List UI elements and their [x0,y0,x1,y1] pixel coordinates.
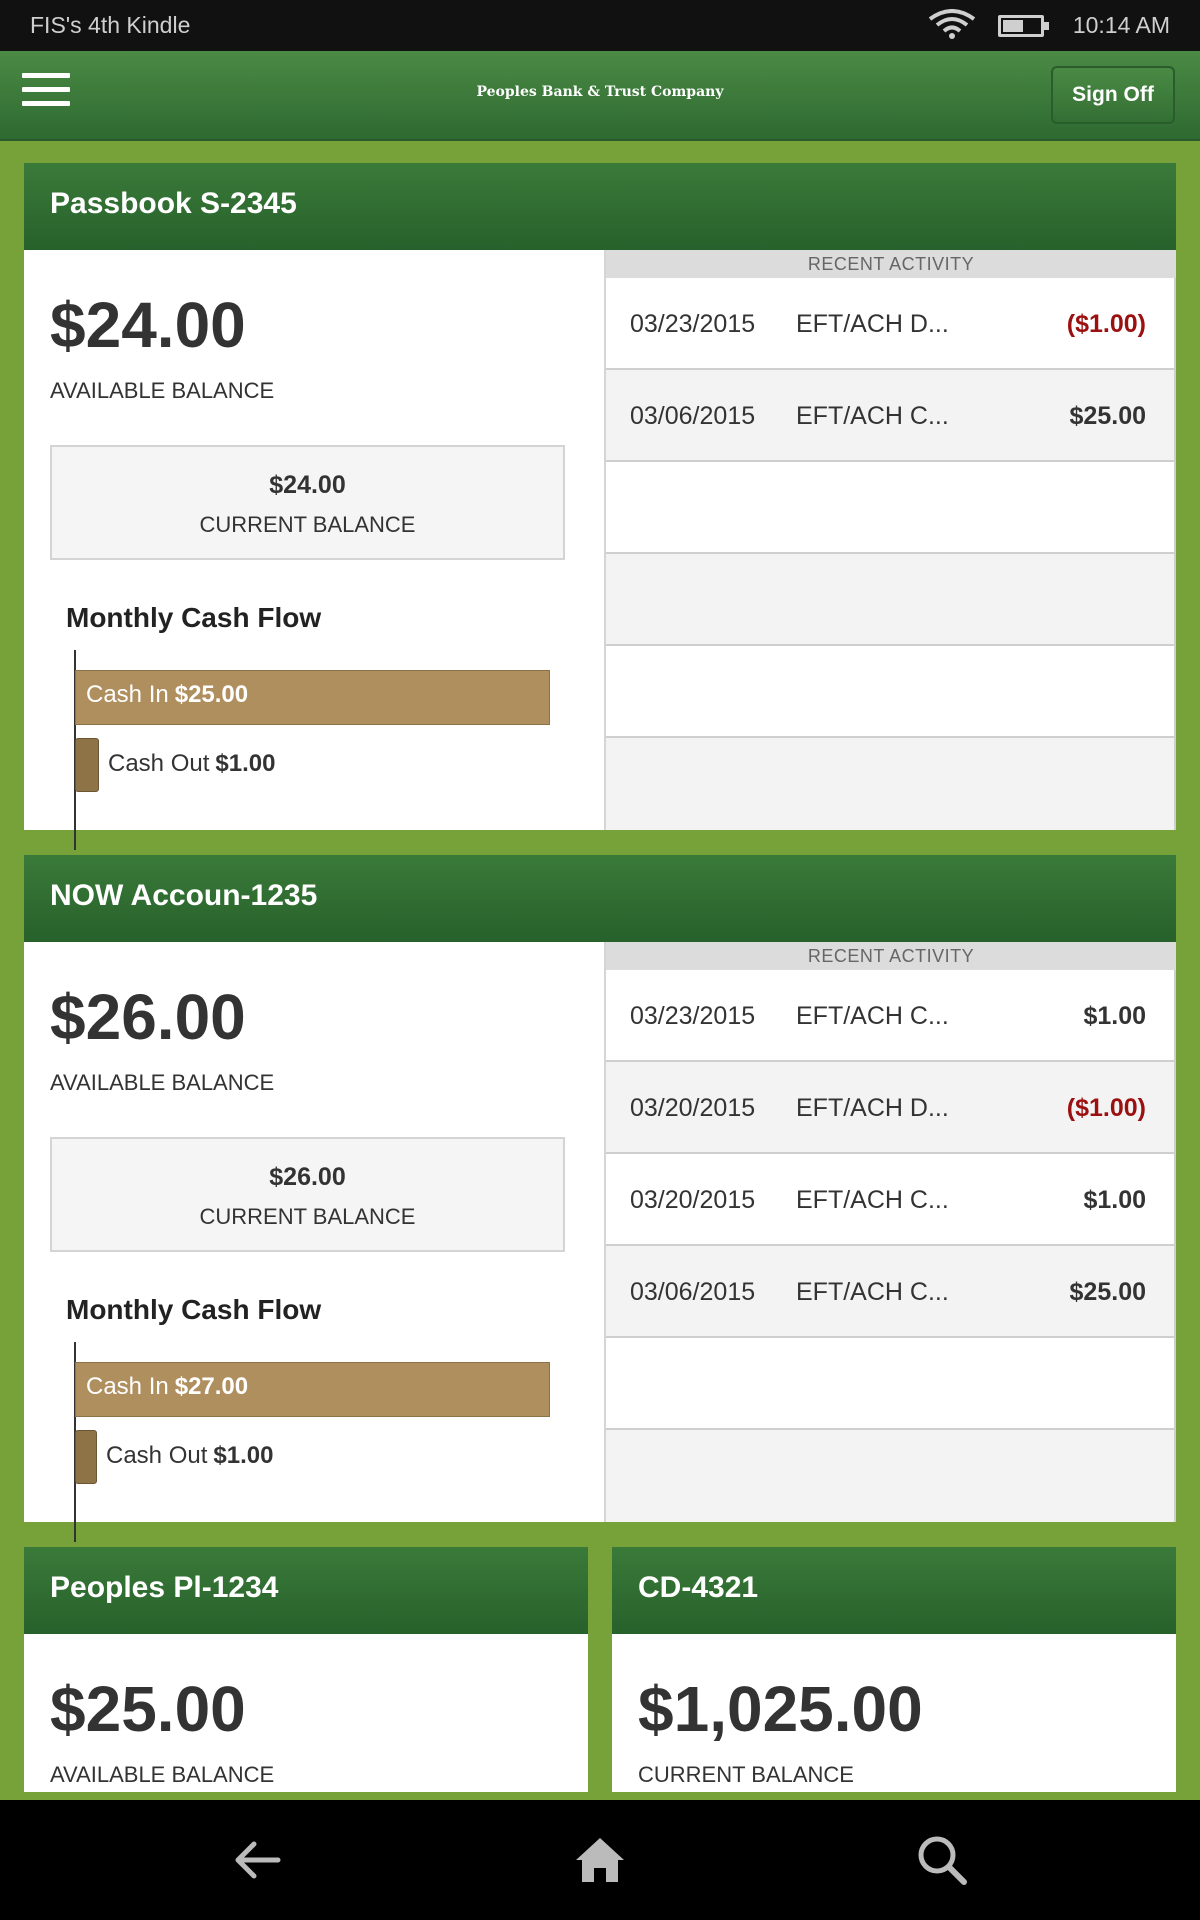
empty-activity-row [606,1338,1176,1430]
recent-activity-header: RECENT ACTIVITY [606,250,1176,278]
balance-panel: $24.00 AVAILABLE BALANCE $24.00 CURRENT … [24,250,600,850]
cash-in-bar: Cash In $25.00 [75,670,550,725]
cash-in-label: Cash In [86,1373,169,1400]
cash-out-bar [75,1430,97,1484]
available-balance-label: AVAILABLE BALANCE [50,378,275,403]
current-balance-box: $24.00 CURRENT BALANCE [50,445,565,560]
activity-row[interactable]: 03/20/2015 EFT/ACH D... ($1.00) [606,1062,1176,1154]
available-balance-amount: $26.00 [50,981,246,1053]
account-card[interactable]: Peoples Pl-1234 $25.00 AVAILABLE BALANCE [24,1547,588,1792]
activity-description: EFT/ACH C... [796,1002,949,1030]
cash-out-text: Cash Out $1.00 [106,1442,273,1470]
account-title[interactable]: NOW Accoun-1235 [24,855,1176,942]
recent-activity-header: RECENT ACTIVITY [606,942,1176,970]
activity-date: 03/20/2015 [630,1186,756,1214]
empty-activity-row [606,646,1176,738]
cash-out-text: Cash Out $1.00 [108,750,275,778]
current-balance-label: CURRENT BALANCE [199,512,416,537]
accounts-dashboard: Passbook S-2345 $24.00 AVAILABLE BALANCE… [0,141,1200,1800]
account-card[interactable]: NOW Accoun-1235 $26.00 AVAILABLE BALANCE… [24,855,1176,1542]
activity-description: EFT/ACH D... [796,1094,949,1122]
available-balance-amount: $24.00 [50,289,246,361]
activity-amount: $25.00 [1069,1278,1146,1306]
empty-activity-row [606,1430,1176,1522]
activity-date: 03/06/2015 [630,1278,756,1306]
available-balance-label: AVAILABLE BALANCE [50,1762,275,1787]
wifi-icon [928,9,976,39]
activity-date: 03/06/2015 [630,402,756,430]
account-title[interactable]: CD-4321 [612,1547,1176,1634]
balance-panel: $26.00 AVAILABLE BALANCE $26.00 CURRENT … [24,942,600,1542]
activity-description: EFT/ACH C... [796,402,949,430]
activity-date: 03/23/2015 [630,1002,756,1030]
empty-activity-row [606,462,1176,554]
activity-description: EFT/ACH D... [796,310,949,338]
battery-icon [998,15,1049,37]
activity-row[interactable]: 03/06/2015 EFT/ACH C... $25.00 [606,370,1176,462]
activity-amount: ($1.00) [1066,310,1146,338]
cash-out-value: $1.00 [213,1442,274,1469]
current-balance-amount: $24.00 [269,471,346,499]
current-balance-amount: $1,025.00 [638,1673,923,1745]
search-icon[interactable] [912,1830,972,1890]
activity-row[interactable]: 03/23/2015 EFT/ACH D... ($1.00) [606,278,1176,370]
back-arrow-icon[interactable] [228,1830,288,1890]
current-balance-label: CURRENT BALANCE [199,1204,416,1229]
cash-in-bar: Cash In $27.00 [75,1362,550,1417]
available-balance-amount: $25.00 [50,1673,246,1745]
activity-amount: $1.00 [1083,1186,1146,1214]
home-icon[interactable] [570,1830,630,1890]
cash-out-label: Cash Out [106,1442,208,1469]
available-balance-label: AVAILABLE BALANCE [50,1070,275,1095]
activity-row[interactable]: 03/23/2015 EFT/ACH C... $1.00 [606,970,1176,1062]
status-bar: FIS's 4th Kindle 10:14 AM [0,0,1200,51]
activity-description: EFT/ACH C... [796,1278,949,1306]
account-title[interactable]: Passbook S-2345 [24,163,1176,250]
activity-description: EFT/ACH C... [796,1186,949,1214]
cash-in-value: $25.00 [174,681,249,708]
cash-out-value: $1.00 [215,750,276,777]
recent-activity-panel: RECENT ACTIVITY 03/23/2015 EFT/ACH D... … [604,250,1176,830]
empty-activity-row [606,554,1176,646]
bank-name: Peoples Bank & Trust Company [476,84,724,100]
cash-flow-title: Monthly Cash Flow [66,602,322,633]
system-nav-bar [0,1800,1200,1920]
current-balance-label: CURRENT BALANCE [638,1762,854,1787]
cash-in-value: $27.00 [174,1373,249,1400]
activity-amount: $1.00 [1083,1002,1146,1030]
cash-out-label: Cash Out [108,750,210,777]
account-card[interactable]: CD-4321 $1,025.00 CURRENT BALANCE [612,1547,1176,1792]
current-balance-box: $26.00 CURRENT BALANCE [50,1137,565,1252]
device-name: FIS's 4th Kindle [30,12,191,38]
cash-out-bar [75,738,99,792]
cash-flow-title: Monthly Cash Flow [66,1294,322,1325]
account-card[interactable]: Passbook S-2345 $24.00 AVAILABLE BALANCE… [24,163,1176,850]
current-balance-amount: $26.00 [269,1163,346,1191]
recent-activity-panel: RECENT ACTIVITY 03/23/2015 EFT/ACH C... … [604,942,1176,1522]
activity-date: 03/23/2015 [630,310,756,338]
activity-date: 03/20/2015 [630,1094,756,1122]
empty-activity-row [606,738,1176,830]
app-header: Peoples Bank & Trust Company Sign Off [0,51,1200,141]
cash-in-label: Cash In [86,681,169,708]
sign-off-button[interactable]: Sign Off [1051,66,1175,124]
activity-amount: ($1.00) [1066,1094,1146,1122]
account-title[interactable]: Peoples Pl-1234 [24,1547,588,1634]
activity-row[interactable]: 03/20/2015 EFT/ACH C... $1.00 [606,1154,1176,1246]
activity-amount: $25.00 [1069,402,1146,430]
activity-row[interactable]: 03/06/2015 EFT/ACH C... $25.00 [606,1246,1176,1338]
clock: 10:14 AM [1072,12,1170,38]
